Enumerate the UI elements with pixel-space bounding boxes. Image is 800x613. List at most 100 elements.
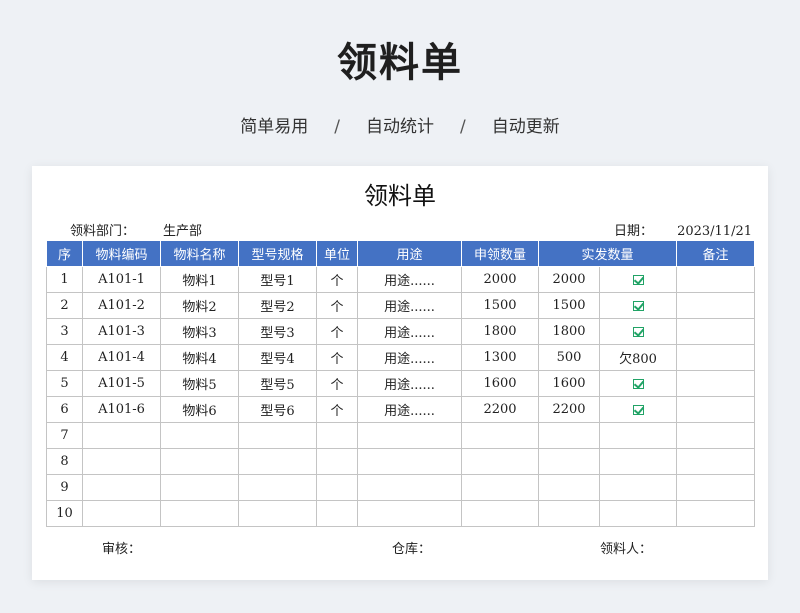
model-spec-cell[interactable]: 型号1 xyxy=(238,266,317,293)
material-code-cell[interactable] xyxy=(82,500,161,527)
unit-cell[interactable]: 个 xyxy=(316,318,358,345)
issue-status-cell[interactable] xyxy=(598,266,678,293)
material-name-cell[interactable] xyxy=(160,500,239,527)
issue-status-cell[interactable] xyxy=(598,448,678,475)
model-spec-cell[interactable] xyxy=(238,422,317,449)
material-code-cell[interactable]: A101-3 xyxy=(82,318,161,345)
remark-cell[interactable] xyxy=(676,292,756,319)
material-code-cell[interactable]: A101-5 xyxy=(82,370,161,397)
material-name-cell[interactable]: 物料2 xyxy=(160,292,239,319)
issue-status-cell[interactable]: 欠800 xyxy=(598,344,678,371)
remark-cell[interactable] xyxy=(676,370,756,397)
usage-cell[interactable]: 用途...... xyxy=(357,396,462,423)
model-spec-cell[interactable]: 型号6 xyxy=(238,396,317,423)
row-number-cell[interactable]: 10 xyxy=(46,500,83,527)
issue-status-cell[interactable] xyxy=(598,370,678,397)
material-name-cell[interactable]: 物料4 xyxy=(160,344,239,371)
warehouse-field[interactable]: 仓库： xyxy=(392,538,431,557)
model-spec-cell[interactable]: 型号3 xyxy=(238,318,317,345)
material-code-cell[interactable] xyxy=(82,422,161,449)
usage-cell[interactable] xyxy=(357,474,462,501)
issued-qty-cell[interactable]: 1800 xyxy=(538,318,600,345)
row-number-cell[interactable]: 9 xyxy=(46,474,83,501)
unit-cell[interactable] xyxy=(316,500,358,527)
row-number-cell[interactable]: 1 xyxy=(46,266,83,293)
remark-cell[interactable] xyxy=(676,344,756,371)
material-code-cell[interactable]: A101-4 xyxy=(82,344,161,371)
material-code-cell[interactable]: A101-6 xyxy=(82,396,161,423)
requested-qty-cell[interactable]: 2200 xyxy=(461,396,539,423)
remark-cell[interactable] xyxy=(676,500,756,527)
row-number-cell[interactable]: 5 xyxy=(46,370,83,397)
model-spec-cell[interactable]: 型号2 xyxy=(238,292,317,319)
remark-cell[interactable] xyxy=(676,266,756,293)
material-name-cell[interactable] xyxy=(160,422,239,449)
row-number-cell[interactable]: 4 xyxy=(46,344,83,371)
unit-cell[interactable]: 个 xyxy=(316,266,358,293)
material-code-cell[interactable]: A101-2 xyxy=(82,292,161,319)
issue-status-cell[interactable] xyxy=(598,474,678,501)
issue-status-cell[interactable] xyxy=(598,396,678,423)
material-name-cell[interactable]: 物料1 xyxy=(160,266,239,293)
issued-qty-cell[interactable] xyxy=(538,474,600,501)
requested-qty-cell[interactable] xyxy=(461,500,539,527)
remark-cell[interactable] xyxy=(676,474,756,501)
department-value[interactable]: 生产部 xyxy=(163,224,202,239)
date-value[interactable]: 2023/11/21 xyxy=(677,224,752,239)
requested-qty-cell[interactable]: 1300 xyxy=(461,344,539,371)
material-name-cell[interactable] xyxy=(160,474,239,501)
requested-qty-cell[interactable]: 1500 xyxy=(461,292,539,319)
issue-status-cell[interactable] xyxy=(598,422,678,449)
material-name-cell[interactable] xyxy=(160,448,239,475)
unit-cell[interactable] xyxy=(316,422,358,449)
issue-status-cell[interactable] xyxy=(598,500,678,527)
issued-qty-cell[interactable]: 2000 xyxy=(538,266,600,293)
unit-cell[interactable] xyxy=(316,448,358,475)
row-number-cell[interactable]: 6 xyxy=(46,396,83,423)
row-number-cell[interactable]: 2 xyxy=(46,292,83,319)
unit-cell[interactable] xyxy=(316,474,358,501)
requested-qty-cell[interactable]: 2000 xyxy=(461,266,539,293)
model-spec-cell[interactable] xyxy=(238,474,317,501)
requested-qty-cell[interactable] xyxy=(461,474,539,501)
issued-qty-cell[interactable]: 500 xyxy=(538,344,600,371)
unit-cell[interactable]: 个 xyxy=(316,292,358,319)
remark-cell[interactable] xyxy=(676,318,756,345)
issue-status-cell[interactable] xyxy=(598,318,678,345)
requested-qty-cell[interactable] xyxy=(461,448,539,475)
requested-qty-cell[interactable]: 1800 xyxy=(461,318,539,345)
row-number-cell[interactable]: 3 xyxy=(46,318,83,345)
unit-cell[interactable]: 个 xyxy=(316,344,358,371)
remark-cell[interactable] xyxy=(676,448,756,475)
row-number-cell[interactable]: 7 xyxy=(46,422,83,449)
model-spec-cell[interactable] xyxy=(238,500,317,527)
material-name-cell[interactable]: 物料3 xyxy=(160,318,239,345)
issued-qty-cell[interactable]: 2200 xyxy=(538,396,600,423)
usage-cell[interactable] xyxy=(357,422,462,449)
issued-qty-cell[interactable] xyxy=(538,448,600,475)
issued-qty-cell[interactable] xyxy=(538,500,600,527)
material-code-cell[interactable] xyxy=(82,448,161,475)
remark-cell[interactable] xyxy=(676,422,756,449)
issued-qty-cell[interactable]: 1500 xyxy=(538,292,600,319)
remark-cell[interactable] xyxy=(676,396,756,423)
model-spec-cell[interactable] xyxy=(238,448,317,475)
material-code-cell[interactable]: A101-1 xyxy=(82,266,161,293)
requested-qty-cell[interactable]: 1600 xyxy=(461,370,539,397)
issued-qty-cell[interactable]: 1600 xyxy=(538,370,600,397)
material-code-cell[interactable] xyxy=(82,474,161,501)
receiver-field[interactable]: 领料人： xyxy=(600,538,652,557)
row-number-cell[interactable]: 8 xyxy=(46,448,83,475)
issue-status-cell[interactable] xyxy=(598,292,678,319)
usage-cell[interactable]: 用途...... xyxy=(357,292,462,319)
model-spec-cell[interactable]: 型号4 xyxy=(238,344,317,371)
material-name-cell[interactable]: 物料5 xyxy=(160,370,239,397)
usage-cell[interactable] xyxy=(357,500,462,527)
material-name-cell[interactable]: 物料6 xyxy=(160,396,239,423)
unit-cell[interactable]: 个 xyxy=(316,370,358,397)
unit-cell[interactable]: 个 xyxy=(316,396,358,423)
requested-qty-cell[interactable] xyxy=(461,422,539,449)
model-spec-cell[interactable]: 型号5 xyxy=(238,370,317,397)
usage-cell[interactable]: 用途...... xyxy=(357,318,462,345)
usage-cell[interactable]: 用途...... xyxy=(357,344,462,371)
